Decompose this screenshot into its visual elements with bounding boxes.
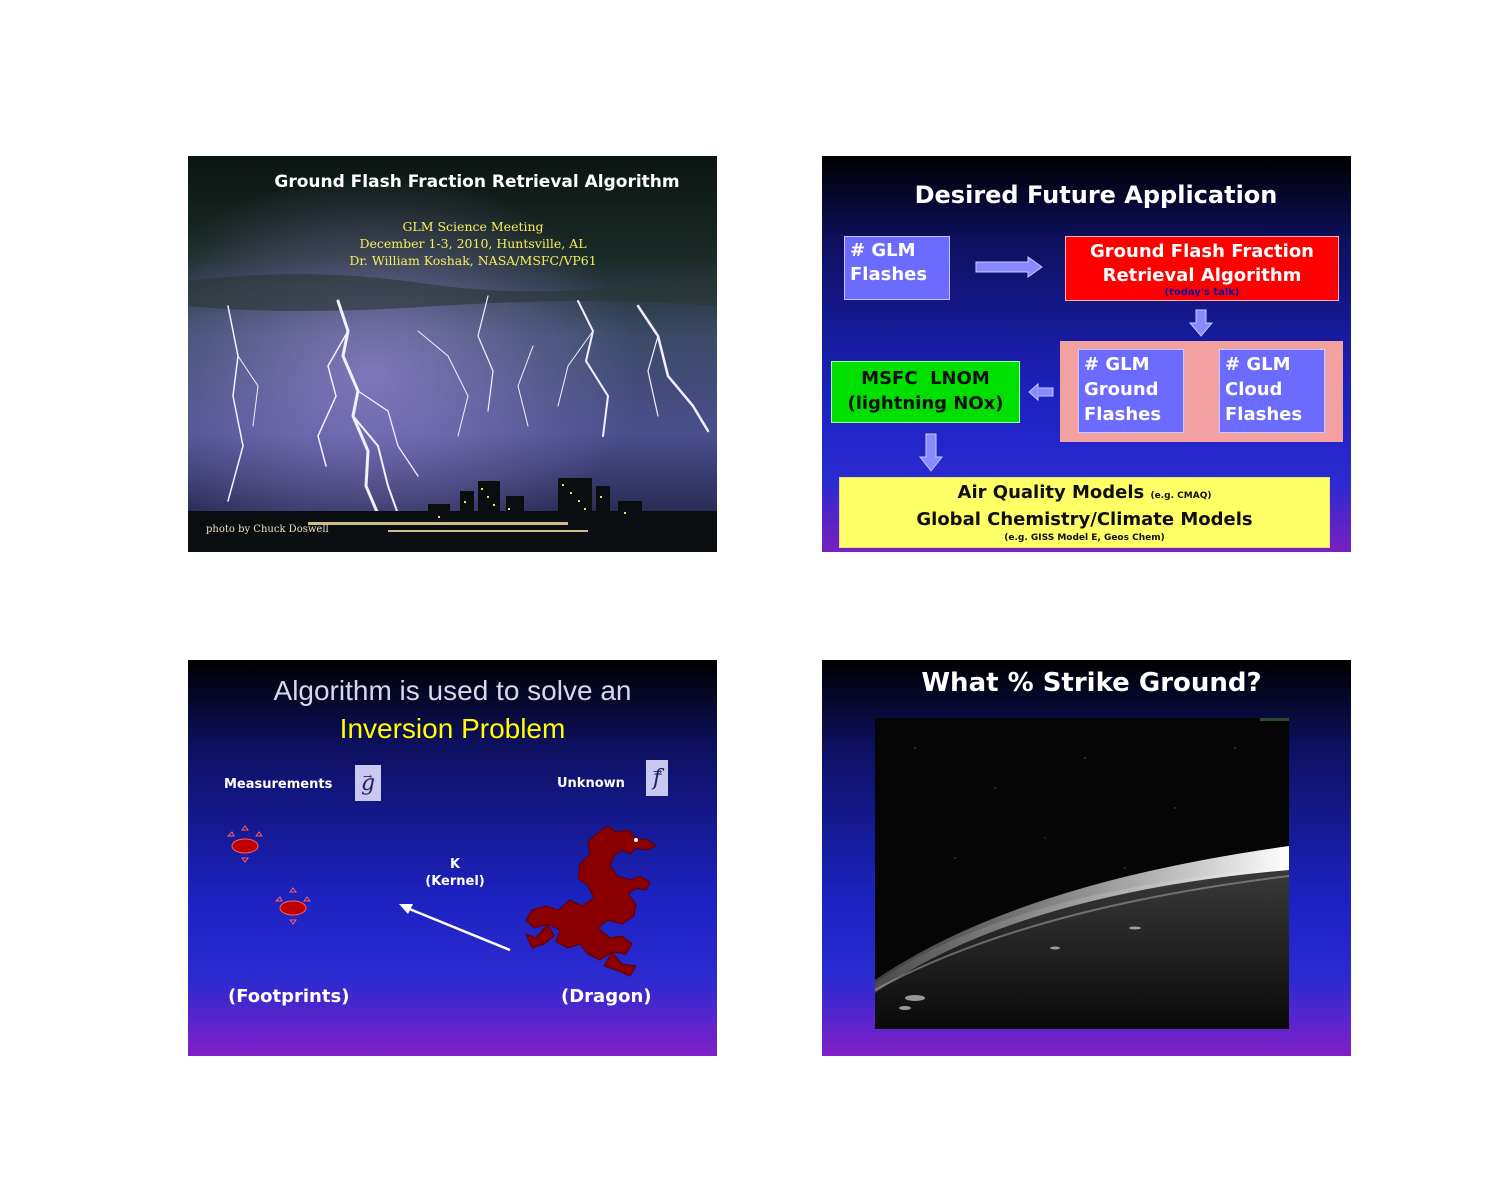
cmaq-note: (e.g. CMAQ) [1150, 491, 1212, 501]
slide-title: Algorithm is used to solve an Inversion … [188, 672, 717, 748]
slide-inversion-problem: Algorithm is used to solve an Inversion … [188, 660, 717, 1056]
meeting-author: Dr. William Koshak, NASA/MSFC/VP61 [349, 253, 597, 268]
box-line: # GLM [1225, 354, 1291, 375]
photo-credit: photo by Chuck Doswell [206, 524, 329, 535]
models-line-2: Global Chemistry/Climate Models [916, 509, 1253, 530]
title-line-1: Algorithm is used to solve an [273, 675, 632, 706]
meeting-dates: December 1-3, 2010, Huntsville, AL [359, 236, 587, 251]
dragon-icon [525, 825, 658, 977]
meeting-name: GLM Science Meeting [402, 219, 544, 234]
models-line-1: Air Quality Models (e.g. CMAQ) [840, 481, 1329, 508]
retrieval-algorithm-box: Ground Flash Fraction Retrieval Algorith… [1065, 236, 1339, 301]
box-line: Retrieval Algorithm [1102, 265, 1302, 286]
slide-strike-ground: What % Strike Ground? [822, 660, 1351, 1056]
g-vector-symbol: → g [355, 765, 381, 801]
measurements-label: Measurements [224, 777, 333, 792]
right-arrow-icon [975, 256, 1043, 278]
slide-title: Ground Flash Fraction Retrieval Algorith… [274, 172, 680, 192]
box-line: Ground Flash Fraction [1090, 241, 1314, 262]
unknown-label: Unknown [557, 776, 625, 791]
box-line: Cloud [1225, 379, 1283, 400]
dragon-label: (Dragon) [561, 986, 652, 1007]
kernel-text: (Kernel) [425, 874, 485, 889]
lightning-photo [188, 156, 717, 552]
earth-limb-photo [875, 718, 1289, 1029]
slide-future-application: Desired Future Application # GLM Flashes… [822, 156, 1351, 552]
f-vector-symbol: → f [646, 760, 668, 796]
box-line: # GLM [1084, 354, 1150, 375]
kernel-label: K (Kernel) [413, 856, 497, 890]
box-line: (lightning NOx) [847, 393, 1004, 414]
down-arrow-icon [918, 433, 944, 472]
cloud-flashes-box: # GLM Cloud Flashes [1219, 349, 1325, 433]
box-line: Flashes [1225, 404, 1303, 425]
glm-flashes-box: # GLM Flashes [844, 236, 950, 300]
ground-flashes-box: # GLM Ground Flashes [1078, 349, 1184, 433]
models-box: Air Quality Models (e.g. CMAQ) Global Ch… [839, 477, 1330, 548]
box-line: Ground [1084, 379, 1159, 400]
box-line: Flashes [850, 264, 928, 285]
slide-title-lightning: Ground Flash Fraction Retrieval Algorith… [188, 156, 717, 552]
todays-talk-note: (today's talk) [1164, 287, 1240, 298]
footprints-label: (Footprints) [228, 986, 350, 1007]
box-line: Flashes [1084, 404, 1162, 425]
box-line: MSFC LNOM [861, 368, 990, 389]
slide-title: Desired Future Application [914, 181, 1278, 209]
models-line-3: (e.g. GISS Model E, Geos Chem) [1004, 533, 1165, 543]
meeting-info: GLM Science Meeting December 1-3, 2010, … [278, 218, 668, 269]
footprint-icon [274, 887, 311, 925]
kernel-arrow-icon [399, 904, 511, 952]
down-arrow-icon [1188, 309, 1214, 337]
footprint-icon [226, 825, 263, 863]
title-line-2: Inversion Problem [339, 713, 566, 744]
box-line: # GLM [850, 240, 916, 261]
msfc-lnom-box: MSFC LNOM (lightning NOx) [831, 361, 1020, 423]
slide-title: What % Strike Ground? [921, 668, 1262, 698]
left-arrow-icon [1028, 382, 1054, 402]
kernel-k: K [449, 857, 461, 872]
air-quality-models: Air Quality Models [957, 482, 1145, 503]
